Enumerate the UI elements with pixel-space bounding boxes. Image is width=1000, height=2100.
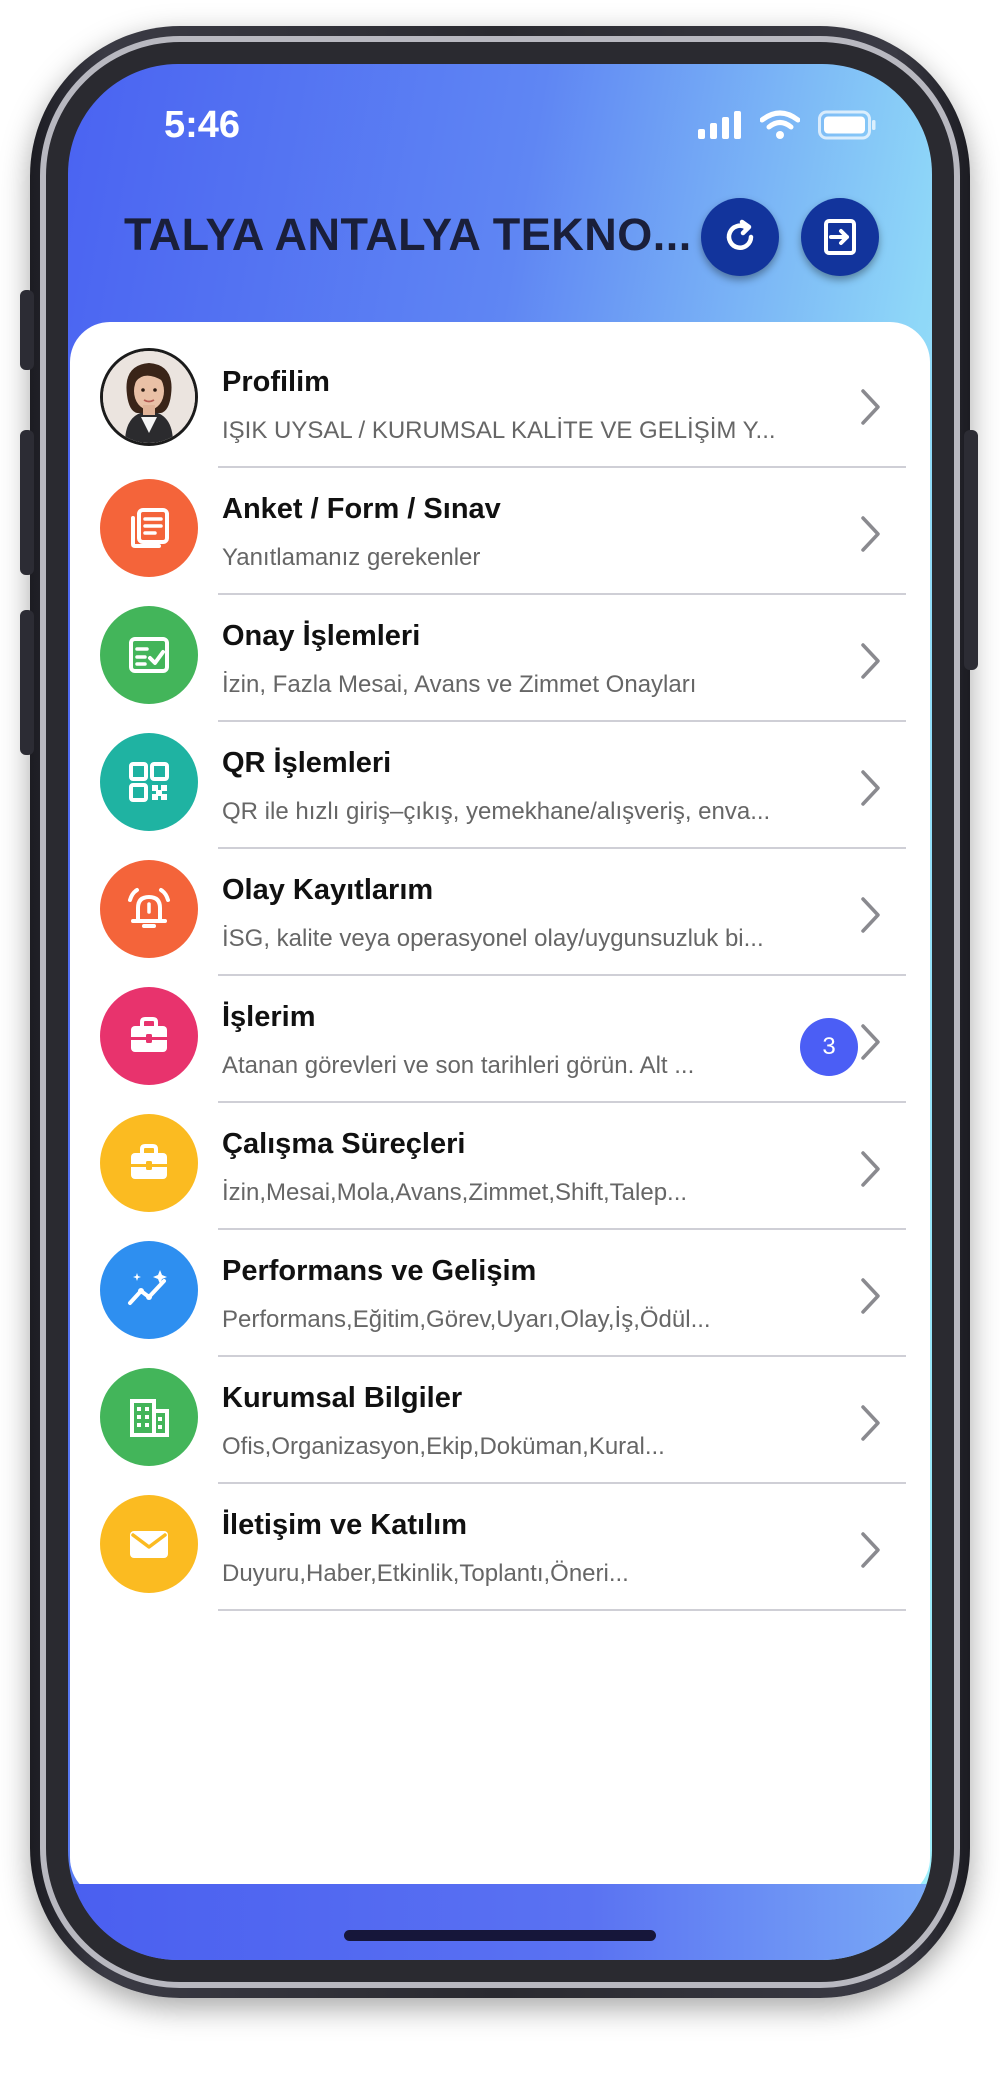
volume-up-button — [20, 430, 34, 575]
menu-item-performance[interactable]: Performans ve Gelişim Performans,Eğitim,… — [70, 1211, 930, 1357]
menu-item-subtitle: QR ile hızlı giriş–çıkış, yemekhane/alış… — [222, 798, 771, 825]
menu-item-communication[interactable]: İletişim ve Katılım Duyuru,Haber,Etkinli… — [70, 1465, 930, 1611]
divider — [218, 1609, 906, 1611]
chevron-right-icon — [861, 897, 880, 933]
chevron-right-icon — [861, 1278, 880, 1314]
logout-icon — [824, 219, 856, 255]
chevron-right-icon — [861, 516, 880, 552]
status-icons — [698, 110, 876, 140]
power-button — [964, 430, 978, 670]
menu-item-subtitle: Performans,Eğitim,Görev,Uyarı,Olay,İş,Öd… — [222, 1306, 711, 1333]
chevron-right-icon — [861, 389, 880, 425]
wifi-icon — [760, 110, 800, 139]
menu-item-title: Çalışma Süreçleri — [222, 1128, 466, 1160]
menu-list: Profilim IŞIK UYSAL / KURUMSAL KALİTE VE… — [70, 322, 930, 1898]
trending-icon — [100, 1241, 198, 1339]
menu-item-subtitle: Duyuru,Haber,Etkinlik,Toplantı,Öneri... — [222, 1560, 629, 1587]
briefcase-icon — [100, 1114, 198, 1212]
chevron-right-icon — [861, 1024, 880, 1060]
refresh-button[interactable] — [701, 198, 779, 276]
menu-item-profile[interactable]: Profilim IŞIK UYSAL / KURUMSAL KALİTE VE… — [70, 322, 930, 468]
menu-item-title: İletişim ve Katılım — [222, 1509, 467, 1541]
briefcase-icon — [100, 987, 198, 1085]
mail-icon — [100, 1495, 198, 1593]
menu-item-subtitle: İSG, kalite veya operasyonel olay/uyguns… — [222, 925, 764, 952]
qr-code-icon — [100, 733, 198, 831]
menu-item-corporate-info[interactable]: Kurumsal Bilgiler Ofis,Organizasyon,Ekip… — [70, 1338, 930, 1484]
battery-icon — [818, 110, 876, 140]
menu-item-title: İşlerim — [222, 1001, 316, 1033]
home-indicator[interactable] — [344, 1930, 656, 1941]
screen: 5:46 TALYA ANTALYA TEKNO... Profilim IŞI… — [68, 64, 932, 1960]
menu-item-qr[interactable]: QR İşlemleri QR ile hızlı giriş–çıkış, y… — [70, 703, 930, 849]
menu-item-subtitle: Ofis,Organizasyon,Ekip,Doküman,Kural... — [222, 1433, 665, 1460]
logout-button[interactable] — [801, 198, 879, 276]
chevron-right-icon — [861, 1405, 880, 1441]
menu-item-title: Performans ve Gelişim — [222, 1255, 537, 1287]
menu-item-subtitle: IŞIK UYSAL / KURUMSAL KALİTE VE GELİŞİM … — [222, 417, 776, 444]
checklist-icon — [100, 606, 198, 704]
chevron-right-icon — [861, 1151, 880, 1187]
menu-item-subtitle: İzin, Fazla Mesai, Avans ve Zimmet Onayl… — [222, 671, 697, 698]
avatar — [100, 348, 198, 446]
menu-item-title: Onay İşlemleri — [222, 620, 421, 652]
menu-item-subtitle: Yanıtlamanız gerekenler — [222, 544, 481, 571]
menu-item-title: Kurumsal Bilgiler — [222, 1382, 463, 1414]
menu-item-tasks[interactable]: İşlerim Atanan görevleri ve son tarihler… — [70, 957, 930, 1103]
menu-item-subtitle: Atanan görevleri ve son tarihleri görün.… — [222, 1052, 695, 1079]
count-badge: 3 — [800, 1018, 858, 1076]
chevron-right-icon — [861, 1532, 880, 1568]
menu-item-approvals[interactable]: Onay İşlemleri İzin, Fazla Mesai, Avans … — [70, 576, 930, 722]
menu-item-work-processes[interactable]: Çalışma Süreçleri İzin,Mesai,Mola,Avans,… — [70, 1084, 930, 1230]
chevron-right-icon — [861, 770, 880, 806]
alarm-icon — [100, 860, 198, 958]
menu-item-title: Olay Kayıtlarım — [222, 874, 434, 906]
chevron-right-icon — [861, 643, 880, 679]
building-icon — [100, 1368, 198, 1466]
signal-icon — [698, 111, 741, 139]
documents-icon — [100, 479, 198, 577]
bottom-bar — [68, 1884, 932, 1960]
menu-item-subtitle: İzin,Mesai,Mola,Avans,Zimmet,Shift,Talep… — [222, 1179, 688, 1206]
mute-switch — [20, 290, 34, 370]
menu-item-title: Anket / Form / Sınav — [222, 493, 501, 525]
status-time: 5:46 — [164, 104, 241, 146]
refresh-icon — [726, 219, 754, 250]
volume-down-button — [20, 610, 34, 755]
menu-item-title: Profilim — [222, 366, 330, 398]
menu-item-title: QR İşlemleri — [222, 747, 392, 779]
menu-item-incidents[interactable]: Olay Kayıtlarım İSG, kalite veya operasy… — [70, 830, 930, 976]
menu-item-surveys[interactable]: Anket / Form / Sınav Yanıtlamanız gereke… — [70, 449, 930, 595]
app-title: TALYA ANTALYA TEKNO... — [124, 209, 692, 260]
